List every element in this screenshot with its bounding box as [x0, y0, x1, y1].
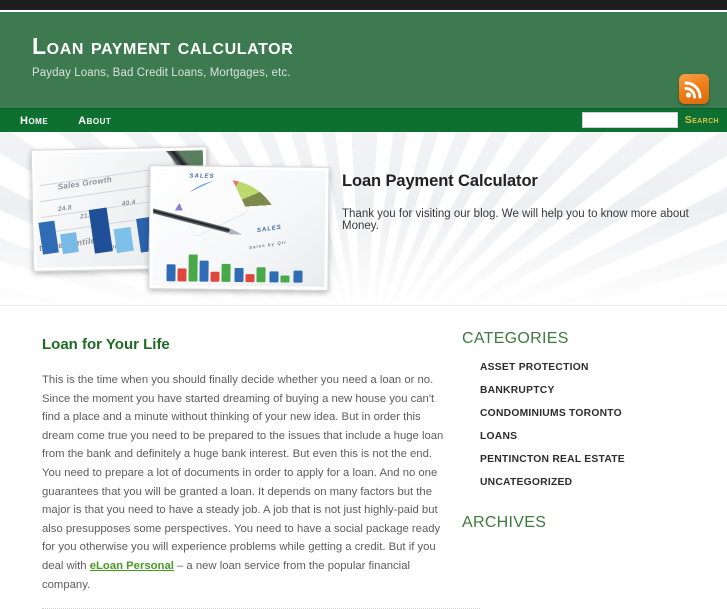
site-tagline: Payday Loans, Bad Credit Loans, Mortgage… [32, 67, 291, 80]
main-navigation: Home About Search [0, 108, 727, 132]
search-button[interactable]: Search [685, 114, 719, 126]
top-black-bar [0, 0, 727, 10]
nav-links: Home About [0, 115, 141, 127]
search-form: Search [581, 112, 719, 128]
photo-sales-pie: SALES SALES Sales by Qtr [148, 165, 330, 291]
banner-content: Sales Growth tel Percentile 24.8 21.0 40… [0, 132, 727, 305]
nav-item-about[interactable]: About [78, 115, 111, 127]
category-item[interactable]: CONDOMINIUMS TORONTO [480, 408, 727, 419]
photo-right-canvas: SALES SALES Sales by Qtr [152, 169, 326, 287]
nav-item-home[interactable]: Home [20, 115, 48, 127]
photo-right-artwork: SALES SALES Sales by Qtr [152, 169, 326, 287]
mini-bar-chart [160, 237, 320, 283]
post-body: This is the time when you should finally… [42, 371, 452, 594]
post-text-before-link: This is the time when you should finally… [42, 374, 444, 572]
archives-heading: ARCHIVES [462, 514, 547, 531]
page-content: Loan for Your Life This is the time when… [0, 306, 727, 609]
banner-text: Loan Payment Calculator Thank you for vi… [332, 132, 727, 232]
category-item[interactable]: ASSET PROTECTION [480, 362, 727, 373]
hero-banner: Sales Growth tel Percentile 24.8 21.0 40… [0, 132, 727, 306]
categories-heading: CATEGORIES [462, 330, 569, 347]
site-title: Loan payment calculator [32, 33, 294, 59]
banner-subtitle: Thank you for visiting our blog. We will… [342, 208, 689, 232]
category-item[interactable]: LOANS [480, 431, 727, 442]
search-input[interactable] [581, 112, 678, 128]
category-item[interactable]: PENTINCTON REAL ESTATE [480, 454, 727, 465]
eloan-personal-link[interactable]: eLoan Personal [90, 560, 174, 572]
header-branding: Loan payment calculator Payday Loans, Ba… [0, 12, 727, 79]
categories-list: ASSET PROTECTION BANKRUPTCY CONDOMINIUMS… [462, 362, 727, 488]
category-item[interactable]: UNCATEGORIZED [480, 477, 727, 488]
post-title: Loan for Your Life [42, 336, 170, 353]
category-item[interactable]: BANKRUPTCY [480, 385, 727, 396]
site-header: Loan payment calculator Payday Loans, Ba… [0, 12, 727, 108]
banner-title: Loan Payment Calculator [342, 172, 538, 190]
post-article: Loan for Your Life This is the time when… [0, 306, 480, 609]
sidebar: CATEGORIES ASSET PROTECTION BANKRUPTCY C… [452, 306, 727, 609]
banner-photos: Sales Growth tel Percentile 24.8 21.0 40… [30, 144, 332, 291]
rss-icon[interactable] [679, 74, 709, 104]
